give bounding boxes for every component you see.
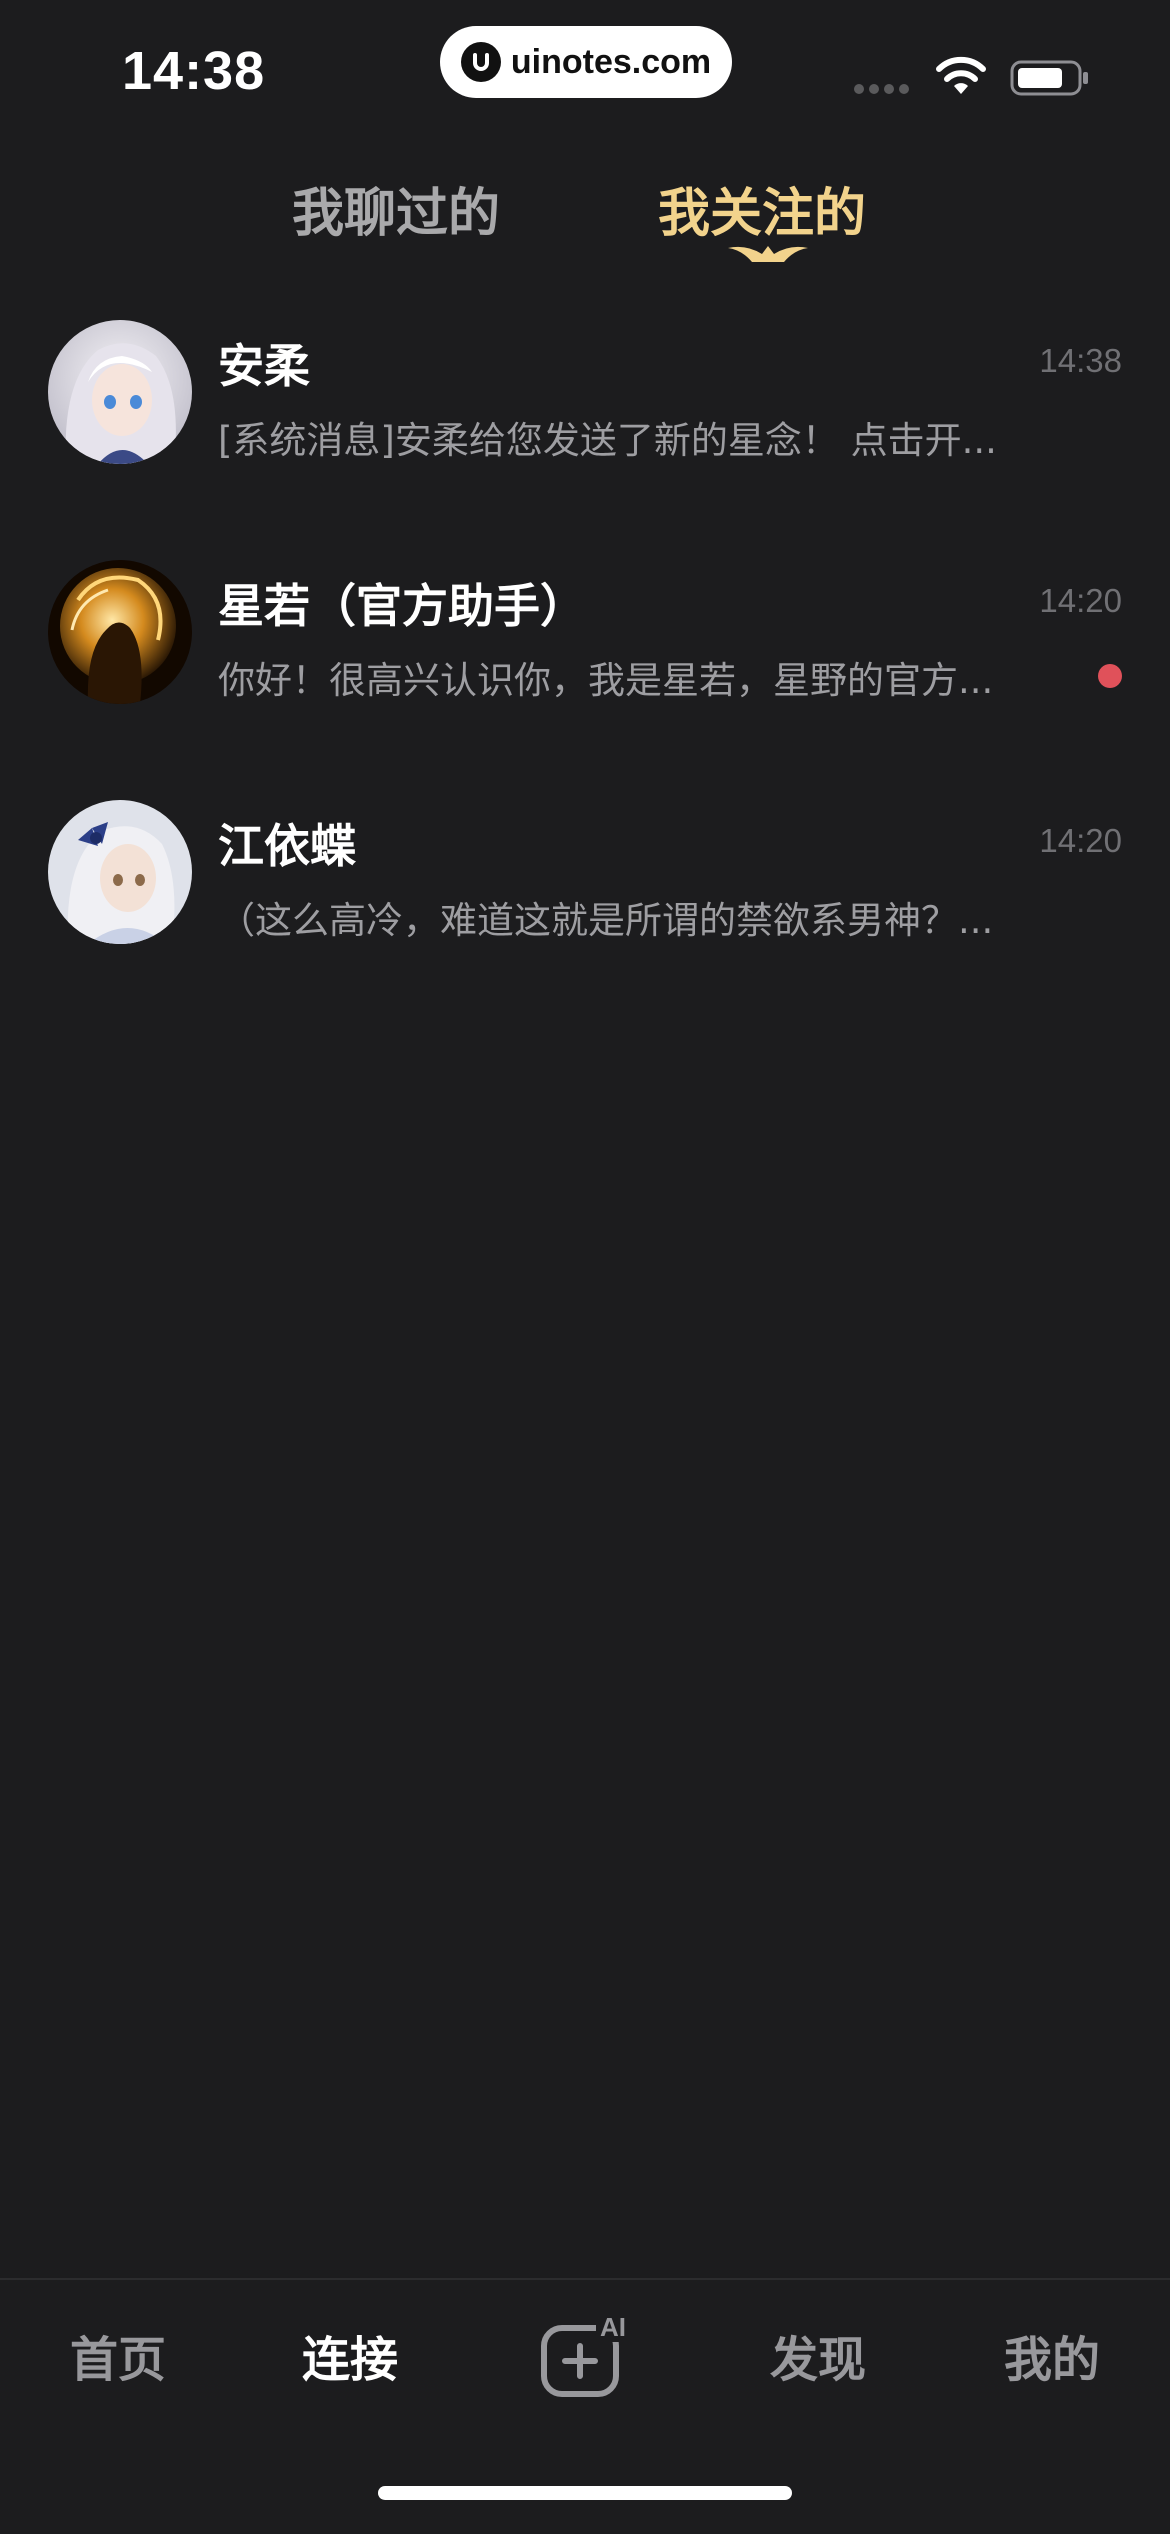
message-time: 14:20 [1039, 822, 1122, 859]
conversation-item-anrou[interactable]: 安柔 14:38 [系统消息]安柔给您发送了新的星念！ 点击开... [0, 300, 1170, 500]
status-bar: 14:38 uinotes.com [0, 0, 1170, 150]
message-preview: 你好！很高兴认识你，我是星若，星野的官方... [218, 659, 994, 702]
anime-girl-blue-bow-avatar-icon [48, 800, 192, 944]
golden-glow-silhouette-avatar-icon [48, 560, 192, 704]
home-indicator[interactable] [378, 2486, 792, 2500]
contact-name: 安柔 [218, 339, 310, 393]
active-tab-indicator-icon [728, 246, 808, 262]
avatar[interactable] [48, 560, 192, 704]
nav-discover[interactable]: 发现 [770, 2320, 866, 2390]
watermark-badge: uinotes.com [440, 26, 732, 98]
message-time: 14:38 [1039, 342, 1122, 379]
uinotes-logo-icon [460, 42, 501, 82]
conversation-tabs: 我聊过的 我关注的 [0, 160, 1170, 270]
conversation-item-jiangyidie[interactable]: 江依蝶 14:20 （这么高冷，难道这就是所谓的禁欲系男神？... [0, 780, 1170, 980]
cellular-signal-icon [854, 84, 909, 94]
avatar[interactable] [48, 320, 192, 464]
ai-badge-label: AI [600, 2312, 626, 2342]
nav-home[interactable]: 首页 [70, 2320, 166, 2390]
message-preview: [系统消息]安柔给您发送了新的星念！ 点击开... [218, 419, 997, 462]
nav-connect[interactable]: 连接 [302, 2320, 398, 2390]
unread-badge [1098, 664, 1122, 688]
nav-mine[interactable]: 我的 [1004, 2320, 1100, 2390]
contact-name: 星若（官方助手） [218, 579, 586, 633]
status-time: 14:38 [122, 41, 266, 101]
contact-name: 江依蝶 [218, 819, 356, 873]
anime-girl-silver-hair-avatar-icon [48, 320, 192, 464]
tab-chatted[interactable]: 我聊过的 [292, 174, 500, 254]
conversation-item-xingruo[interactable]: 星若（官方助手） 14:20 你好！很高兴认识你，我是星若，星野的官方... [0, 540, 1170, 740]
avatar[interactable] [48, 800, 192, 944]
battery-icon [1010, 60, 1088, 96]
ai-create-icon[interactable]: AI [540, 2312, 636, 2400]
wifi-icon [936, 56, 986, 94]
message-time: 14:20 [1039, 582, 1122, 619]
watermark-text: uinotes.com [510, 42, 712, 81]
message-preview: （这么高冷，难道这就是所谓的禁欲系男神？... [218, 899, 994, 942]
